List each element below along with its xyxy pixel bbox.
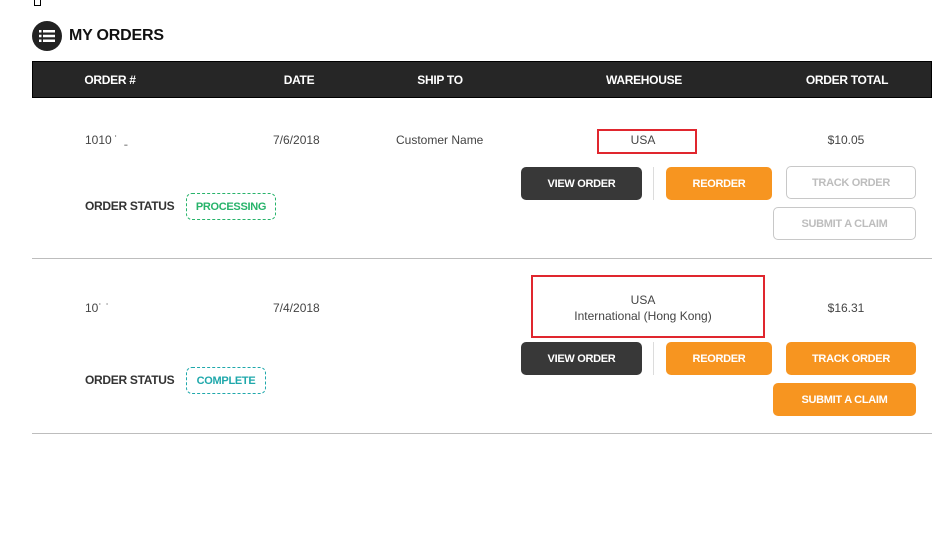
warehouse-value: USA International (Hong Kong)	[574, 292, 711, 324]
stray-checkbox-glyph	[34, 0, 41, 6]
view-order-button[interactable]: VIEW ORDER	[521, 342, 642, 375]
row-divider	[32, 433, 932, 434]
page-title: MY ORDERS	[69, 27, 164, 44]
order-number[interactable]: 1010 ˙ ˍ	[85, 133, 130, 147]
order-date: 7/4/2018	[273, 301, 320, 315]
order-total: $10.05	[827, 133, 865, 147]
page-header: MY ORDERS	[32, 21, 164, 51]
status-badge: PROCESSING	[186, 193, 276, 220]
button-divider	[653, 167, 654, 200]
order-number[interactable]: 10˙ ˙	[85, 301, 110, 315]
order-status-label: ORDER STATUS	[85, 199, 175, 213]
ship-to-name: Customer Name	[396, 133, 484, 147]
orders-table-header: ORDER # DATE SHIP TO WAREHOUSE ORDER TOT…	[32, 61, 932, 98]
reorder-button[interactable]: REORDER	[666, 342, 772, 375]
warehouse-value: USA	[630, 133, 656, 147]
reorder-button[interactable]: REORDER	[666, 167, 772, 200]
column-order-total: ORDER TOTAL	[805, 73, 889, 87]
submit-claim-button[interactable]: SUBMIT A CLAIM	[773, 207, 916, 240]
list-icon	[32, 21, 62, 51]
column-warehouse: WAREHOUSE	[606, 73, 682, 87]
order-total: $16.31	[827, 301, 865, 315]
view-order-button[interactable]: VIEW ORDER	[521, 167, 642, 200]
order-date: 7/6/2018	[273, 133, 320, 147]
submit-claim-button[interactable]: SUBMIT A CLAIM	[773, 383, 916, 416]
order-row: 1010 ˙ ˍ 7/6/2018 Customer Name USA $10.…	[32, 98, 932, 273]
column-order-number: ORDER #	[84, 73, 136, 87]
track-order-button[interactable]: TRACK ORDER	[786, 342, 916, 375]
column-ship-to: SHIP TO	[417, 73, 463, 87]
warehouse-line: International (Hong Kong)	[574, 309, 712, 323]
warehouse-line: USA	[630, 293, 656, 307]
button-divider	[653, 342, 654, 375]
order-row: 10˙ ˙ 7/4/2018 USA International (Hong K…	[32, 259, 932, 434]
order-status-label: ORDER STATUS	[85, 373, 175, 387]
track-order-button[interactable]: TRACK ORDER	[786, 166, 916, 199]
column-date: DATE	[283, 73, 315, 87]
status-badge: COMPLETE	[186, 367, 266, 394]
